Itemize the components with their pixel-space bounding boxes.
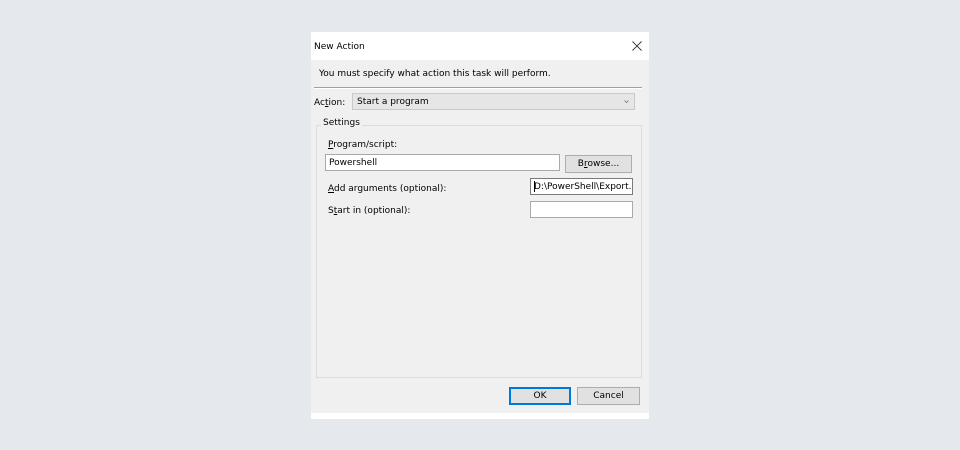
add-arguments-value: D:\PowerShell\Export.ps1 — [534, 182, 632, 192]
start-in-input[interactable] — [530, 201, 633, 218]
settings-group-label: Settings — [321, 118, 362, 128]
action-dropdown-value: Start a program — [357, 97, 429, 107]
add-arguments-input[interactable]: D:\PowerShell\Export.ps1 — [530, 178, 633, 195]
add-arguments-label: Add arguments (optional): — [328, 184, 447, 194]
action-dropdown[interactable]: Start a program — [352, 93, 635, 110]
new-action-dialog: New Action You must specify what action … — [311, 32, 649, 419]
title-bar: New Action — [311, 32, 649, 60]
window-title: New Action — [314, 42, 365, 52]
cancel-button[interactable]: Cancel — [577, 387, 640, 405]
action-label: Action: — [314, 98, 346, 108]
ok-button[interactable]: OK — [509, 387, 571, 405]
dialog-bottom-edge — [311, 413, 649, 419]
header-separator — [314, 87, 642, 89]
close-icon — [632, 41, 642, 51]
instruction-text: You must specify what action this task w… — [319, 69, 551, 79]
program-script-input[interactable]: Powershell — [325, 154, 560, 171]
close-button[interactable] — [629, 38, 645, 54]
chevron-down-icon — [624, 100, 629, 104]
program-script-value: Powershell — [329, 158, 378, 168]
program-script-label: Program/script: — [328, 140, 398, 150]
browse-button[interactable]: Browse... — [565, 155, 632, 173]
start-in-label: Start in (optional): — [328, 206, 411, 216]
